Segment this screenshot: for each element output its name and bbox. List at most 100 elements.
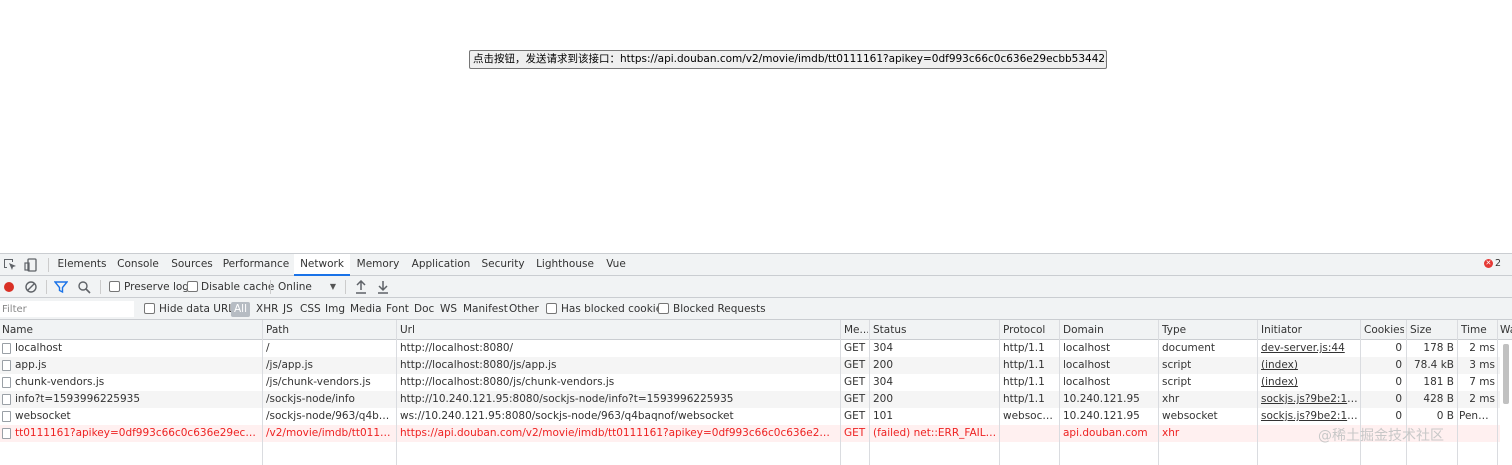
column-header-type[interactable]: Type [1162, 320, 1256, 340]
column-header-size[interactable]: Size [1410, 320, 1456, 340]
search-icon[interactable] [77, 280, 91, 294]
device-toggle-icon[interactable] [24, 258, 38, 272]
cell-size: 0 B [1436, 410, 1454, 422]
tab-memory[interactable]: Memory [354, 254, 402, 276]
preserve-log-checkbox[interactable] [109, 281, 120, 292]
blocked-requests-checkbox[interactable] [658, 303, 669, 314]
inspect-icon[interactable] [3, 258, 17, 272]
hide-data-urls-checkbox[interactable] [144, 303, 155, 314]
error-count: 2 [1494, 258, 1501, 269]
tab-console[interactable]: Console [114, 254, 162, 276]
filter-type-all[interactable]: All [231, 302, 251, 317]
tab-performance[interactable]: Performance [222, 254, 290, 276]
export-icon[interactable] [376, 280, 390, 294]
filter-type-js[interactable]: JS [283, 298, 293, 320]
cell-size: 78.4 kB [1413, 359, 1454, 371]
filter-type-manifest[interactable]: Manifest [463, 298, 508, 320]
cell-initiator[interactable]: sockjs.js?9be2:1606 [1261, 391, 1358, 408]
table-row[interactable]: chunk-vendors.js/js/chunk-vendors.js http… [0, 374, 1512, 391]
tab-elements[interactable]: Elements [56, 254, 108, 276]
cell-initiator[interactable]: (index) [1261, 357, 1358, 374]
column-header-name[interactable]: Name [2, 320, 260, 340]
filter-type-ws[interactable]: WS [440, 298, 457, 320]
cell-cookies: 0 [1395, 359, 1402, 371]
file-icon [2, 343, 11, 354]
cell-domain: 10.240.121.95 [1063, 393, 1140, 405]
column-header-time[interactable]: Time [1461, 320, 1497, 340]
devtools-tab-bar: Elements Console Sources Performance Net… [0, 254, 1512, 276]
column-divider [840, 320, 841, 465]
column-header-waterfall[interactable]: Wa [1500, 320, 1512, 340]
column-header-path[interactable]: Path [266, 320, 394, 340]
tab-network[interactable]: Network [294, 254, 350, 276]
tab-application[interactable]: Application [410, 254, 472, 276]
cell-domain: 10.240.121.95 [1063, 410, 1140, 422]
cell-path: /js/chunk-vendors.js [266, 376, 371, 388]
column-header-cookies[interactable]: Cookies [1364, 320, 1404, 340]
column-header-domain[interactable]: Domain [1063, 320, 1157, 340]
cell-time: 7 ms [1469, 376, 1495, 388]
column-header-method[interactable]: Me... [844, 320, 868, 340]
table-row[interactable]: info?t=1593996225935/sockjs-node/info htt… [0, 391, 1512, 408]
cell-type: xhr [1162, 393, 1180, 405]
cell-protocol: http/1.1 [1003, 342, 1045, 354]
cell-url: http://localhost:8080/ [400, 342, 514, 354]
network-toolbar: Preserve log Disable cache Online ▼ [0, 276, 1512, 298]
filter-type-font[interactable]: Font [386, 298, 409, 320]
cell-name: chunk-vendors.js [15, 376, 105, 388]
cell-time: 2 ms [1469, 342, 1495, 354]
cell-time: 2 ms [1469, 393, 1495, 405]
tab-sources[interactable]: Sources [168, 254, 216, 276]
cell-method: GET [844, 359, 866, 371]
cell-initiator[interactable]: sockjs.js?9be2:1684 [1261, 408, 1358, 425]
cell-type: script [1162, 359, 1192, 371]
filter-type-doc[interactable]: Doc [414, 298, 434, 320]
record-icon[interactable] [2, 280, 16, 294]
filter-type-img[interactable]: Img [325, 298, 345, 320]
toolbar-divider [270, 280, 271, 294]
column-divider [1257, 320, 1258, 465]
column-header-initiator[interactable]: Initiator [1261, 320, 1359, 340]
cell-name: tt0111161?apikey=0df993c66c0c636e29ecbb5… [15, 427, 259, 439]
cell-initiator[interactable]: (index) [1261, 374, 1358, 391]
cell-domain: localhost [1063, 342, 1111, 354]
filter-type-css[interactable]: CSS [300, 298, 321, 320]
cell-status: 200 [873, 359, 894, 371]
tab-lighthouse[interactable]: Lighthouse [534, 254, 596, 276]
disable-cache-checkbox[interactable] [187, 281, 198, 292]
column-divider [1457, 320, 1458, 465]
watermark-text: @稀土掘金技术社区 [1318, 428, 1444, 444]
has-blocked-cookies-checkbox[interactable] [546, 303, 557, 314]
column-header-protocol[interactable]: Protocol [1003, 320, 1057, 340]
column-divider [262, 320, 263, 465]
cell-domain: api.douban.com [1063, 427, 1148, 439]
table-row[interactable]: app.js/js/app.js http://localhost:8080/js… [0, 357, 1512, 374]
filter-type-xhr[interactable]: XHR [256, 298, 278, 320]
cell-path: / [266, 342, 270, 354]
tab-vue[interactable]: Vue [604, 254, 628, 276]
table-scrollbar-thumb[interactable] [1503, 344, 1509, 404]
column-header-url[interactable]: Url [400, 320, 836, 340]
column-header-status[interactable]: Status [873, 320, 997, 340]
cell-initiator[interactable]: dev-server.js:44 [1261, 340, 1358, 357]
chevron-down-icon: ▼ [329, 282, 336, 291]
table-row[interactable]: websocket/sockjs-node/963/q4baqn... ws://… [0, 408, 1512, 425]
filter-icon[interactable] [54, 280, 68, 294]
clear-icon[interactable] [24, 280, 38, 294]
filter-type-media[interactable]: Media [350, 298, 382, 320]
cell-method: GET [844, 376, 866, 388]
cell-cookies: 0 [1395, 376, 1402, 388]
send-request-button[interactable]: 点击按钮，发送请求到该接口：https://api.douban.com/v2/… [469, 50, 1107, 69]
toolbar-divider [100, 280, 101, 294]
tab-security[interactable]: Security [480, 254, 526, 276]
throttling-select[interactable]: Online ▼ [278, 276, 338, 298]
cell-size: 428 B [1423, 393, 1454, 405]
cell-path: /js/app.js [266, 359, 313, 371]
error-count-indicator[interactable]: ✕ 2 [1483, 258, 1501, 269]
table-row[interactable]: tt0111161?apikey=0df993c66c0c636e29ecbb5… [0, 425, 1512, 442]
cell-type: xhr [1162, 427, 1180, 439]
table-row[interactable]: localhost / http://localhost:8080/GET 304 ht… [0, 340, 1512, 357]
filter-input[interactable] [0, 301, 134, 317]
filter-type-other[interactable]: Other [509, 298, 539, 320]
import-icon[interactable] [354, 280, 368, 294]
